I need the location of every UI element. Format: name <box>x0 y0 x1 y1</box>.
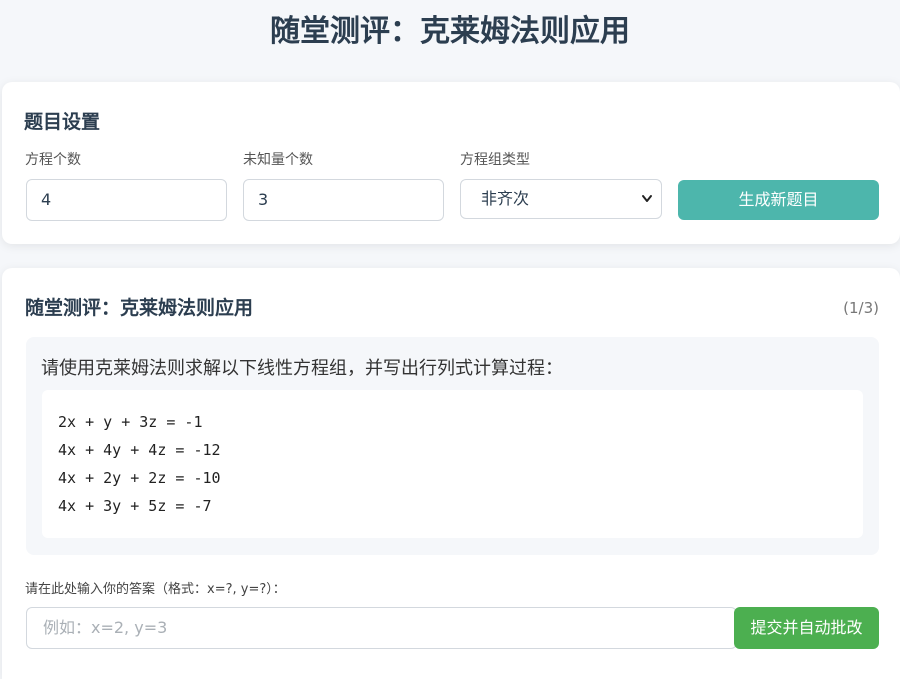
system-type-label: 方程组类型 <box>460 152 530 168</box>
chevron-down-icon <box>641 180 653 233</box>
generate-question-button[interactable]: 生成新题目 <box>678 180 879 220</box>
unknown-count-input[interactable]: 3 <box>243 179 444 221</box>
quiz-progress: (1/3) <box>843 299 879 317</box>
question-prompt: 请使用克莱姆法则求解以下线性方程组，并写出行列式计算过程： <box>41 358 563 379</box>
equation-line: 2x + y + 3z = -1 <box>58 413 203 431</box>
answer-label: 请在此处输入你的答案（格式：x=?, y=?）： <box>25 582 286 597</box>
system-type-select[interactable]: 非齐次 <box>460 179 662 219</box>
equation-line: 4x + 3y + 5z = -7 <box>58 497 212 515</box>
submit-button[interactable]: 提交并自动批改 <box>734 607 879 649</box>
unknown-count-label: 未知量个数 <box>243 152 313 168</box>
settings-title: 题目设置 <box>24 111 101 133</box>
equation-count-input[interactable]: 4 <box>26 179 227 221</box>
page-title: 随堂测评：克莱姆法则应用 <box>270 14 630 49</box>
equation-count-label: 方程个数 <box>25 152 81 168</box>
equation-line: 4x + 4y + 4z = -12 <box>58 441 221 459</box>
equation-line: 4x + 2y + 2z = -10 <box>58 469 221 487</box>
answer-input[interactable]: 例如：x=2, y=3 <box>26 607 737 649</box>
quiz-title: 随堂测评：克莱姆法则应用 <box>25 297 254 319</box>
system-type-selected-value: 非齐次 <box>481 189 530 208</box>
